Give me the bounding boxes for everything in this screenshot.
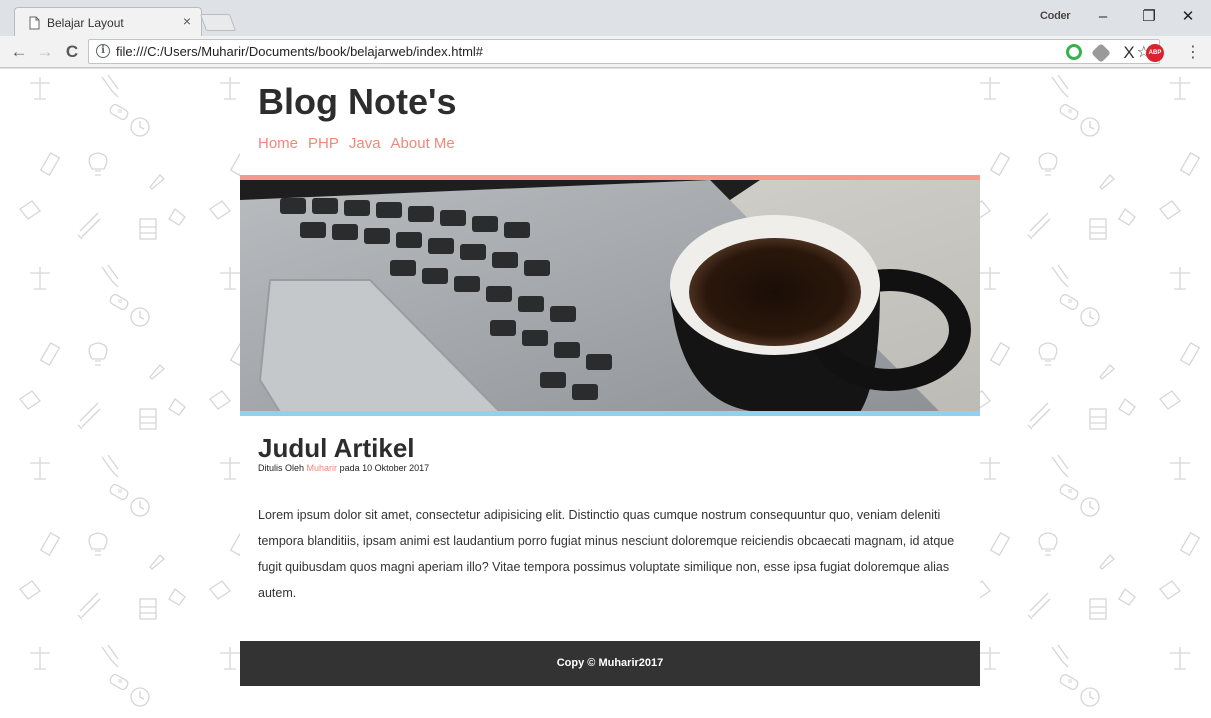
forward-button[interactable]: →: [33, 40, 57, 64]
page-footer: Copy © Muharir2017: [240, 641, 980, 686]
site-title: Blog Note's: [258, 81, 457, 122]
hero-image: [240, 180, 980, 412]
article-body: Lorem ipsum dolor sit amet, consectetur …: [258, 508, 955, 600]
nav-link-home[interactable]: Home: [258, 135, 298, 152]
nav-link-php[interactable]: PHP: [308, 135, 339, 152]
tab-strip: Belajar Layout × Coder – ❐ ✕: [0, 0, 1211, 37]
back-button[interactable]: ←: [7, 40, 31, 64]
url-text[interactable]: file:///C:/Users/Muharir/Documents/book/…: [116, 44, 483, 59]
browser-menu-icon[interactable]: ⋮: [1184, 44, 1202, 62]
laptop-coffee-photo: [240, 180, 980, 412]
footer-copyright: Copy © Muharir2017: [556, 657, 664, 669]
reload-button[interactable]: C: [60, 40, 84, 64]
close-window-button[interactable]: ✕: [1165, 4, 1211, 30]
browser-tab[interactable]: Belajar Layout ×: [14, 7, 202, 37]
nav-link-java[interactable]: Java: [349, 135, 381, 152]
meta-date: pada 10 Oktober 2017: [339, 463, 430, 473]
browser-toolbar: ← → C i file:///C:/Users/Muharir/Documen…: [0, 36, 1211, 68]
tab-title: Belajar Layout: [47, 16, 124, 30]
minimize-button[interactable]: –: [1080, 4, 1126, 30]
article-title: Judul Artikel: [258, 433, 415, 463]
page-container: Blog Note's Home PHP Java About Me Judul…: [240, 69, 980, 718]
new-tab-button[interactable]: [199, 14, 237, 31]
page-viewport: Blog Note's Home PHP Java About Me Judul…: [0, 69, 1211, 718]
article-meta: Ditulis Oleh Muharir pada 10 Oktober 201…: [258, 463, 429, 473]
extension-green-icon[interactable]: [1066, 44, 1082, 60]
extension-x-icon[interactable]: X: [1121, 44, 1137, 62]
site-nav: Home PHP Java About Me: [258, 135, 455, 152]
tab-close-icon[interactable]: ×: [183, 13, 191, 29]
meta-prefix: Ditulis Oleh: [258, 463, 305, 473]
profile-button[interactable]: Coder: [1040, 10, 1071, 22]
nav-link-about-me[interactable]: About Me: [391, 135, 455, 152]
author-link[interactable]: Muharir: [307, 463, 338, 473]
page-icon: [29, 16, 40, 30]
info-icon[interactable]: i: [96, 44, 110, 58]
hero-bottom-border: [240, 411, 980, 416]
adblock-icon[interactable]: ABP: [1146, 44, 1164, 62]
address-bar[interactable]: i file:///C:/Users/Muharir/Documents/boo…: [88, 39, 1160, 64]
